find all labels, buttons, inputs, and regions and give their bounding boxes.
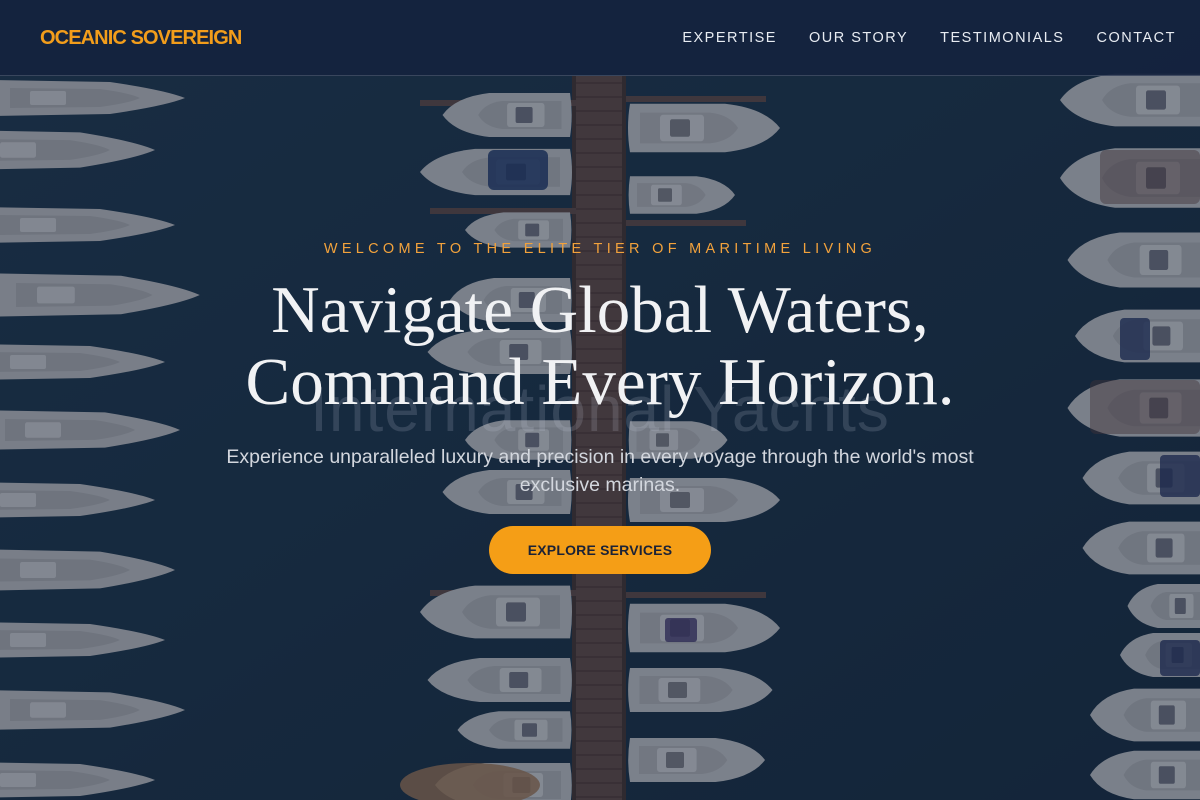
nav-link-contact[interactable]: CONTACT: [1096, 29, 1176, 47]
hero-headline-line-1: Navigate Global Waters,: [271, 273, 929, 347]
hero-headline: Navigate Global Waters, Command Every Ho…: [100, 274, 1100, 418]
nav-link-our-story[interactable]: OUR STORY: [809, 29, 908, 47]
brand-logo[interactable]: OCEANIC SOVEREIGN: [40, 27, 242, 49]
hero-eyebrow: WELCOME TO THE ELITE TIER OF MARITIME LI…: [323, 241, 877, 257]
hero-subtitle: Experience unparalleled luxury and preci…: [226, 446, 974, 496]
top-navbar: OCEANIC SOVEREIGN EXPERTISE OUR STORY TE…: [0, 0, 1200, 76]
hero-headline-line-2: Command Every Horizon.: [245, 345, 955, 419]
nav-link-expertise[interactable]: EXPERTISE: [682, 29, 777, 47]
nav-link-testimonials[interactable]: TESTIMONIALS: [940, 29, 1064, 47]
hero-section: International Yachts WELCOME TO THE ELIT…: [0, 0, 1200, 800]
main-nav: EXPERTISE OUR STORY TESTIMONIALS CONTACT: [682, 29, 1176, 47]
landing-page: International Yachts WELCOME TO THE ELIT…: [0, 0, 1200, 800]
explore-services-button[interactable]: EXPLORE SERVICES: [489, 526, 711, 574]
